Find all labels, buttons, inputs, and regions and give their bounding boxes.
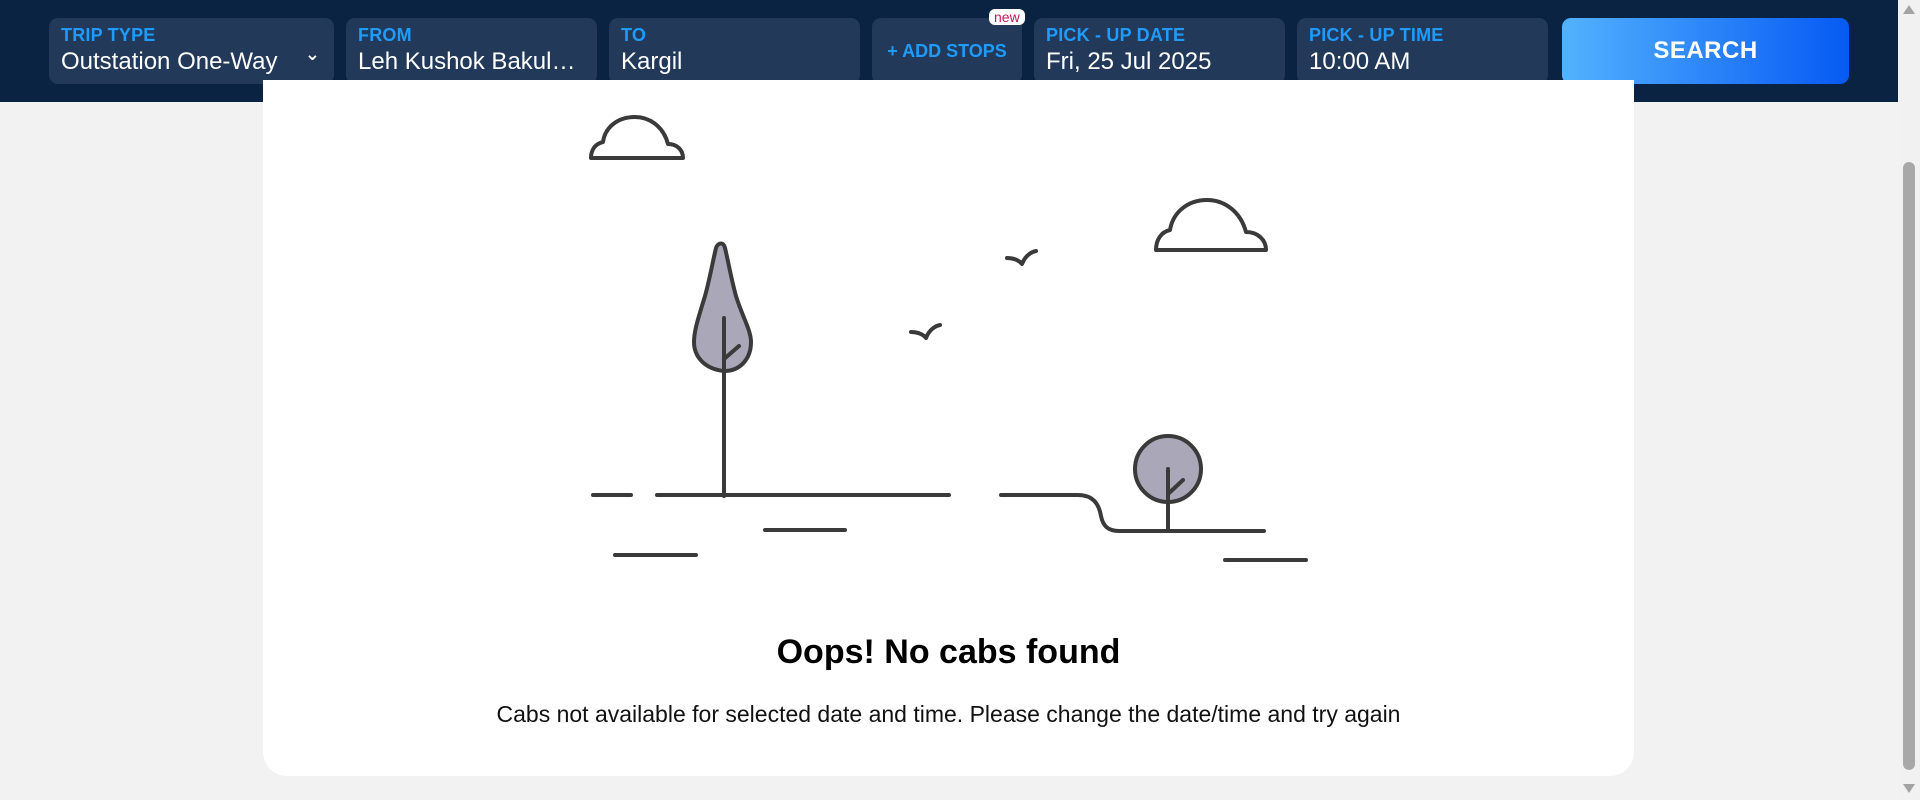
scroll-down-icon[interactable] xyxy=(1903,784,1915,793)
chevron-down-icon: ⌄ xyxy=(304,44,320,64)
to-value: Kargil xyxy=(621,48,683,75)
no-results-message: Cabs not available for selected date and… xyxy=(496,701,1401,727)
from-field[interactable]: FROM Leh Kushok Bakula ... xyxy=(346,18,597,84)
pickup-time-label: PICK - UP TIME xyxy=(1309,25,1444,45)
vertical-scrollbar[interactable] xyxy=(1898,0,1920,800)
from-label: FROM xyxy=(358,25,412,45)
pickup-date-label: PICK - UP DATE xyxy=(1046,25,1186,45)
results-card: Oops! No cabs found Cabs not available f… xyxy=(263,80,1634,776)
add-stops-button[interactable]: + ADD STOPS xyxy=(872,18,1022,84)
cloud-icon xyxy=(1154,198,1268,252)
tree-icon xyxy=(1133,434,1203,532)
tree-icon xyxy=(692,241,753,498)
no-results-title: Oops! No cabs found xyxy=(776,633,1121,671)
to-field[interactable]: TO Kargil xyxy=(609,18,860,84)
pickup-date-field[interactable]: PICK - UP DATE Fri, 25 Jul 2025 xyxy=(1034,18,1285,84)
trip-type-dropdown[interactable]: TRIP TYPE Outstation One-Way ⌄ xyxy=(49,18,334,84)
new-badge: new xyxy=(989,9,1025,25)
scroll-thumb[interactable] xyxy=(1903,162,1915,770)
trip-type-label: TRIP TYPE xyxy=(61,25,156,45)
bird-icon xyxy=(1005,249,1038,266)
search-button[interactable]: SEARCH xyxy=(1562,18,1849,84)
bird-icon xyxy=(909,323,942,340)
from-value: Leh Kushok Bakula ... xyxy=(358,48,585,75)
scroll-up-icon[interactable] xyxy=(1903,5,1915,14)
pickup-time-field[interactable]: PICK - UP TIME 10:00 AM xyxy=(1297,18,1548,84)
empty-state-illustration xyxy=(589,115,1308,562)
pickup-date-value: Fri, 25 Jul 2025 xyxy=(1046,48,1212,75)
cloud-icon xyxy=(589,115,685,160)
trip-type-value: Outstation One-Way xyxy=(61,48,278,75)
pickup-time-value: 10:00 AM xyxy=(1309,48,1411,75)
to-label: TO xyxy=(621,25,647,45)
